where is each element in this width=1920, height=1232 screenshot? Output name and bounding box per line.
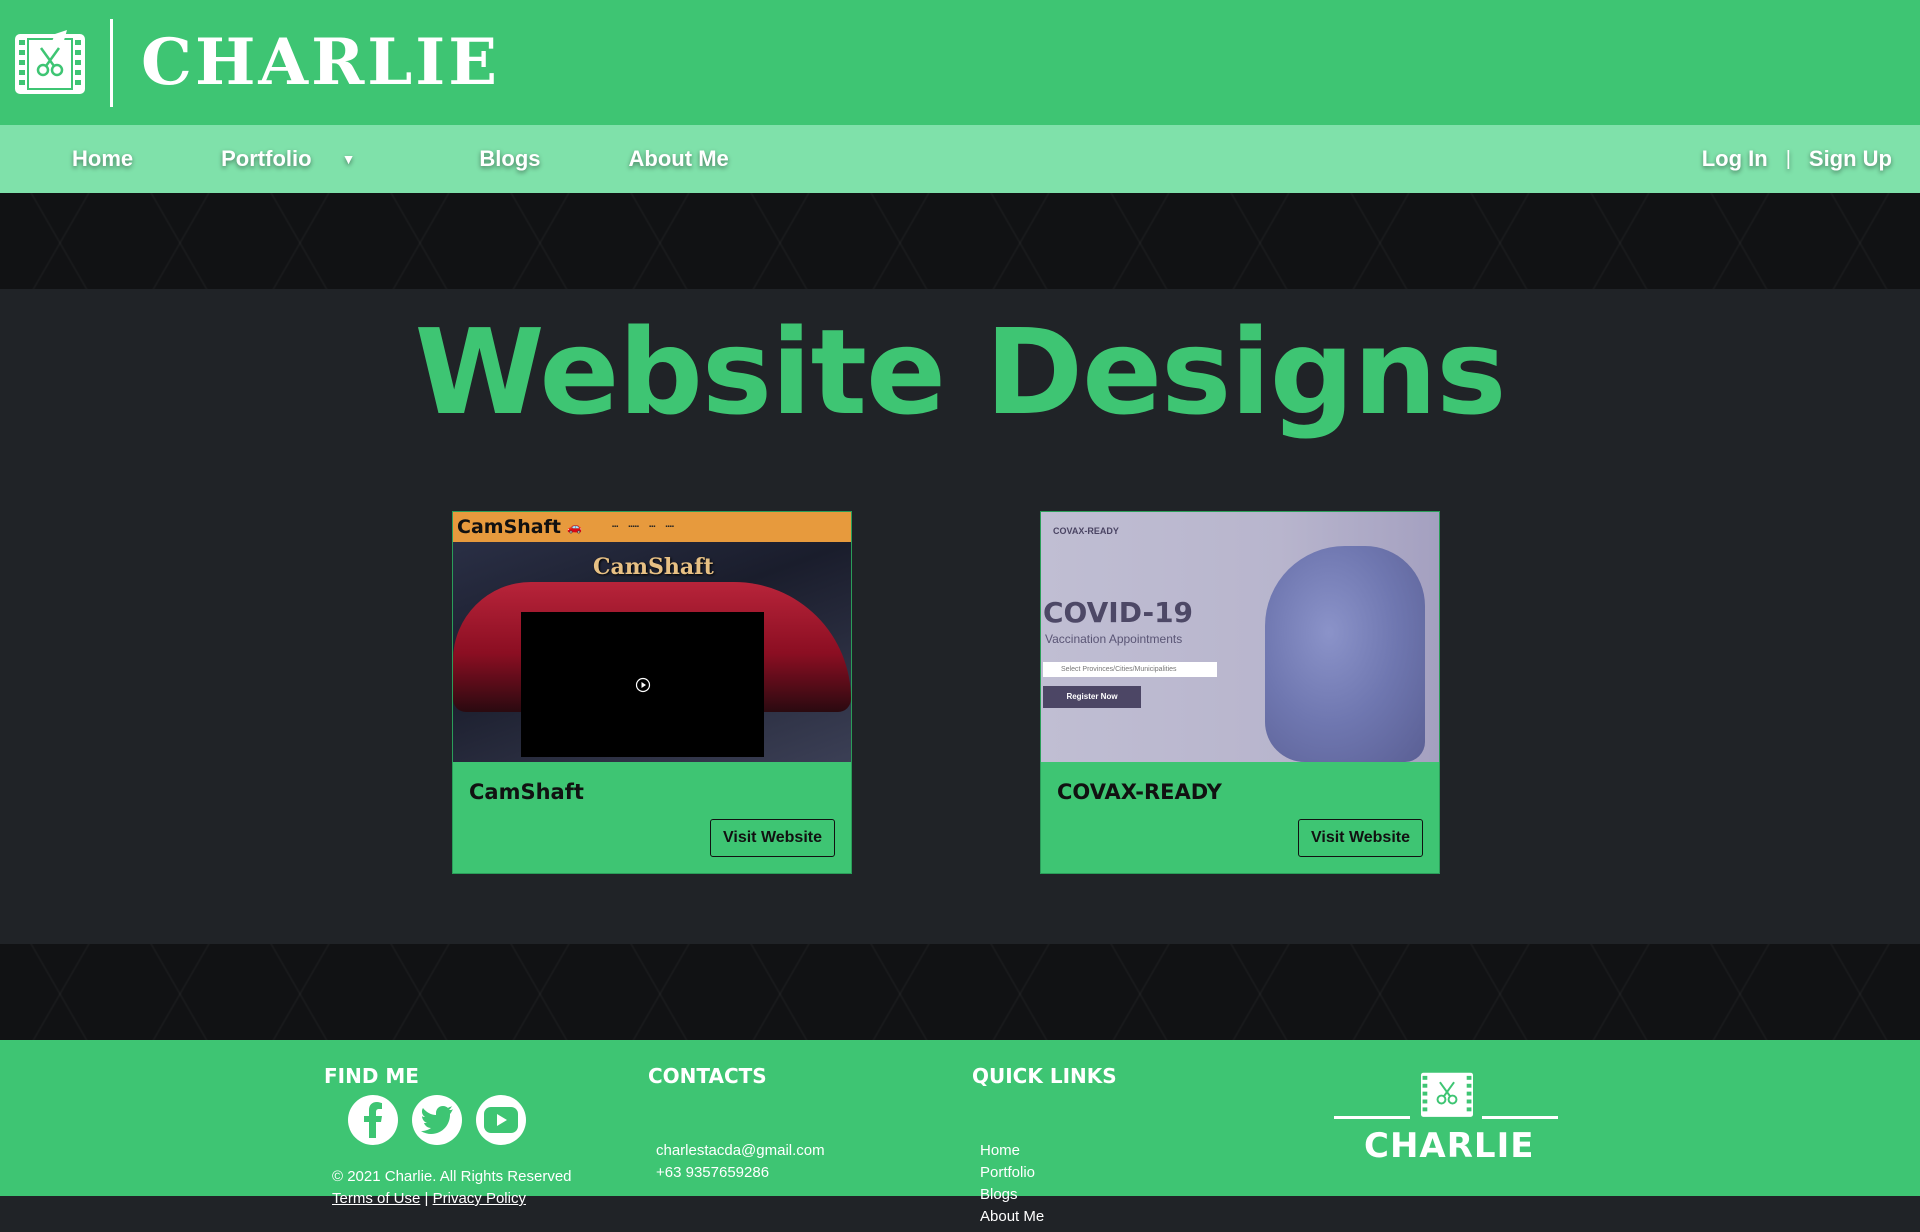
camshaft-thumb-menu: ▪▪▪ ▪▪▪▪▪ ▪▪▪ ▪▪▪▪ xyxy=(612,524,674,530)
contacts-list: charlestacda@gmail.com +63 9357659286 xyxy=(656,1140,825,1184)
camshaft-thumbnail: CamShaft 🚗 ▪▪▪ ▪▪▪▪▪ ▪▪▪ ▪▪▪▪ CamShaft xyxy=(453,512,851,762)
quick-links-list: Home Portfolio Blogs About Me xyxy=(980,1140,1044,1228)
nav-item-label: Portfolio xyxy=(221,146,312,171)
site-logo-text[interactable]: CHARLIE xyxy=(141,30,500,95)
quick-link-about-me[interactable]: About Me xyxy=(980,1206,1044,1228)
copyright-text: © 2021 Charlie. All Rights Reserved xyxy=(332,1168,572,1185)
contacts-title: CONTACTS xyxy=(648,1064,767,1088)
site-footer: FIND ME © 2021 Charlie. All Rights Reser… xyxy=(0,1040,1920,1225)
auth-separator: | xyxy=(1785,147,1791,170)
card-title: COVAX-READY xyxy=(1057,780,1222,804)
twitter-icon[interactable] xyxy=(412,1095,462,1145)
legal-separator: | xyxy=(424,1190,429,1207)
quick-link-portfolio[interactable]: Portfolio xyxy=(980,1162,1044,1184)
quick-links-title: QUICK LINKS xyxy=(972,1064,1117,1088)
nav-item-label: Blogs xyxy=(479,146,541,171)
footer-logo-text: CHARLIE xyxy=(1364,1126,1535,1166)
play-icon[interactable] xyxy=(635,677,651,693)
privacy-policy-link[interactable]: Privacy Policy xyxy=(433,1190,526,1207)
camshaft-thumb-brand: CamShaft xyxy=(593,554,714,580)
nav-item-portfolio[interactable]: Portfolio ▼ xyxy=(221,146,355,172)
contact-phone[interactable]: +63 9357659286 xyxy=(656,1162,825,1184)
main-content: Website Designs CamShaft 🚗 ▪▪▪ ▪▪▪▪▪ ▪▪▪… xyxy=(0,289,1920,944)
camshaft-thumb-navbar: CamShaft 🚗 ▪▪▪ ▪▪▪▪▪ ▪▪▪ ▪▪▪▪ xyxy=(453,512,851,542)
covax-thumb-headline: COVID-19 xyxy=(1043,596,1194,629)
video-player[interactable] xyxy=(521,612,764,757)
nav-item-blogs[interactable]: Blogs xyxy=(479,146,540,172)
covax-thumb-brand: COVAX-READY xyxy=(1053,526,1119,536)
contact-email[interactable]: charlestacda@gmail.com xyxy=(656,1140,825,1162)
film-scissors-logo-icon[interactable] xyxy=(14,29,86,97)
quick-link-blogs[interactable]: Blogs xyxy=(980,1184,1044,1206)
social-links xyxy=(348,1095,526,1145)
nav-item-about-me[interactable]: About Me xyxy=(629,146,729,172)
thumb-menu-dot: ▪▪▪ xyxy=(648,524,656,530)
covax-thumb-register-button: Register Now xyxy=(1043,686,1141,708)
thumb-menu-dot: ▪▪▪▪▪ xyxy=(628,524,639,530)
find-me-title: FIND ME xyxy=(324,1064,419,1088)
footer-logo-line-left xyxy=(1334,1116,1410,1119)
caret-down-icon: ▼ xyxy=(341,151,356,167)
gloved-hand-image xyxy=(1265,546,1425,762)
covax-thumbnail: COVAX-READY COVID-19 Vaccination Appoint… xyxy=(1041,512,1439,762)
footer-logo[interactable]: CHARLIE xyxy=(1334,1068,1558,1168)
car-icon: 🚗 xyxy=(566,520,582,534)
facebook-icon[interactable] xyxy=(348,1095,398,1145)
nav-item-label: Home xyxy=(72,146,134,171)
signup-link[interactable]: Sign Up xyxy=(1809,146,1892,172)
pattern-band-bottom xyxy=(0,944,1920,1040)
thumb-menu-dot: ▪▪▪ xyxy=(611,524,619,530)
terms-of-use-link[interactable]: Terms of Use xyxy=(332,1190,420,1207)
camshaft-thumb-logo: CamShaft xyxy=(457,516,561,538)
card-title: CamShaft xyxy=(469,780,584,804)
film-scissors-icon xyxy=(1421,1072,1473,1117)
covax-thumb-location-input: Select Provinces/Cities/Municipalities xyxy=(1043,662,1217,677)
thumb-menu-dot: ▪▪▪▪ xyxy=(665,524,674,530)
nav-item-home[interactable]: Home xyxy=(72,146,133,172)
camshaft-thumb-hero: CamShaft xyxy=(453,542,851,762)
project-card-camshaft: CamShaft 🚗 ▪▪▪ ▪▪▪▪▪ ▪▪▪ ▪▪▪▪ CamShaft C… xyxy=(452,511,852,874)
youtube-icon[interactable] xyxy=(476,1095,526,1145)
covax-thumb-subheadline: Vaccination Appointments xyxy=(1045,632,1183,646)
footer-logo-line-right xyxy=(1482,1116,1558,1119)
legal-links: Terms of Use | Privacy Policy xyxy=(332,1190,526,1207)
pattern-band-top xyxy=(0,193,1920,289)
main-nav: Home Portfolio ▼ Blogs About Me Log In |… xyxy=(0,125,1920,193)
page-title: Website Designs xyxy=(414,303,1506,441)
covax-thumb-hero: COVAX-READY COVID-19 Vaccination Appoint… xyxy=(1041,512,1439,762)
project-card-covax-ready: COVAX-READY COVID-19 Vaccination Appoint… xyxy=(1040,511,1440,874)
quick-link-home[interactable]: Home xyxy=(980,1140,1044,1162)
login-link[interactable]: Log In xyxy=(1702,146,1768,172)
visit-website-button[interactable]: Visit Website xyxy=(710,819,835,857)
logo-divider xyxy=(110,18,113,107)
visit-website-button[interactable]: Visit Website xyxy=(1298,819,1423,857)
nav-item-label: About Me xyxy=(628,146,729,171)
site-header: CHARLIE xyxy=(0,0,1920,125)
